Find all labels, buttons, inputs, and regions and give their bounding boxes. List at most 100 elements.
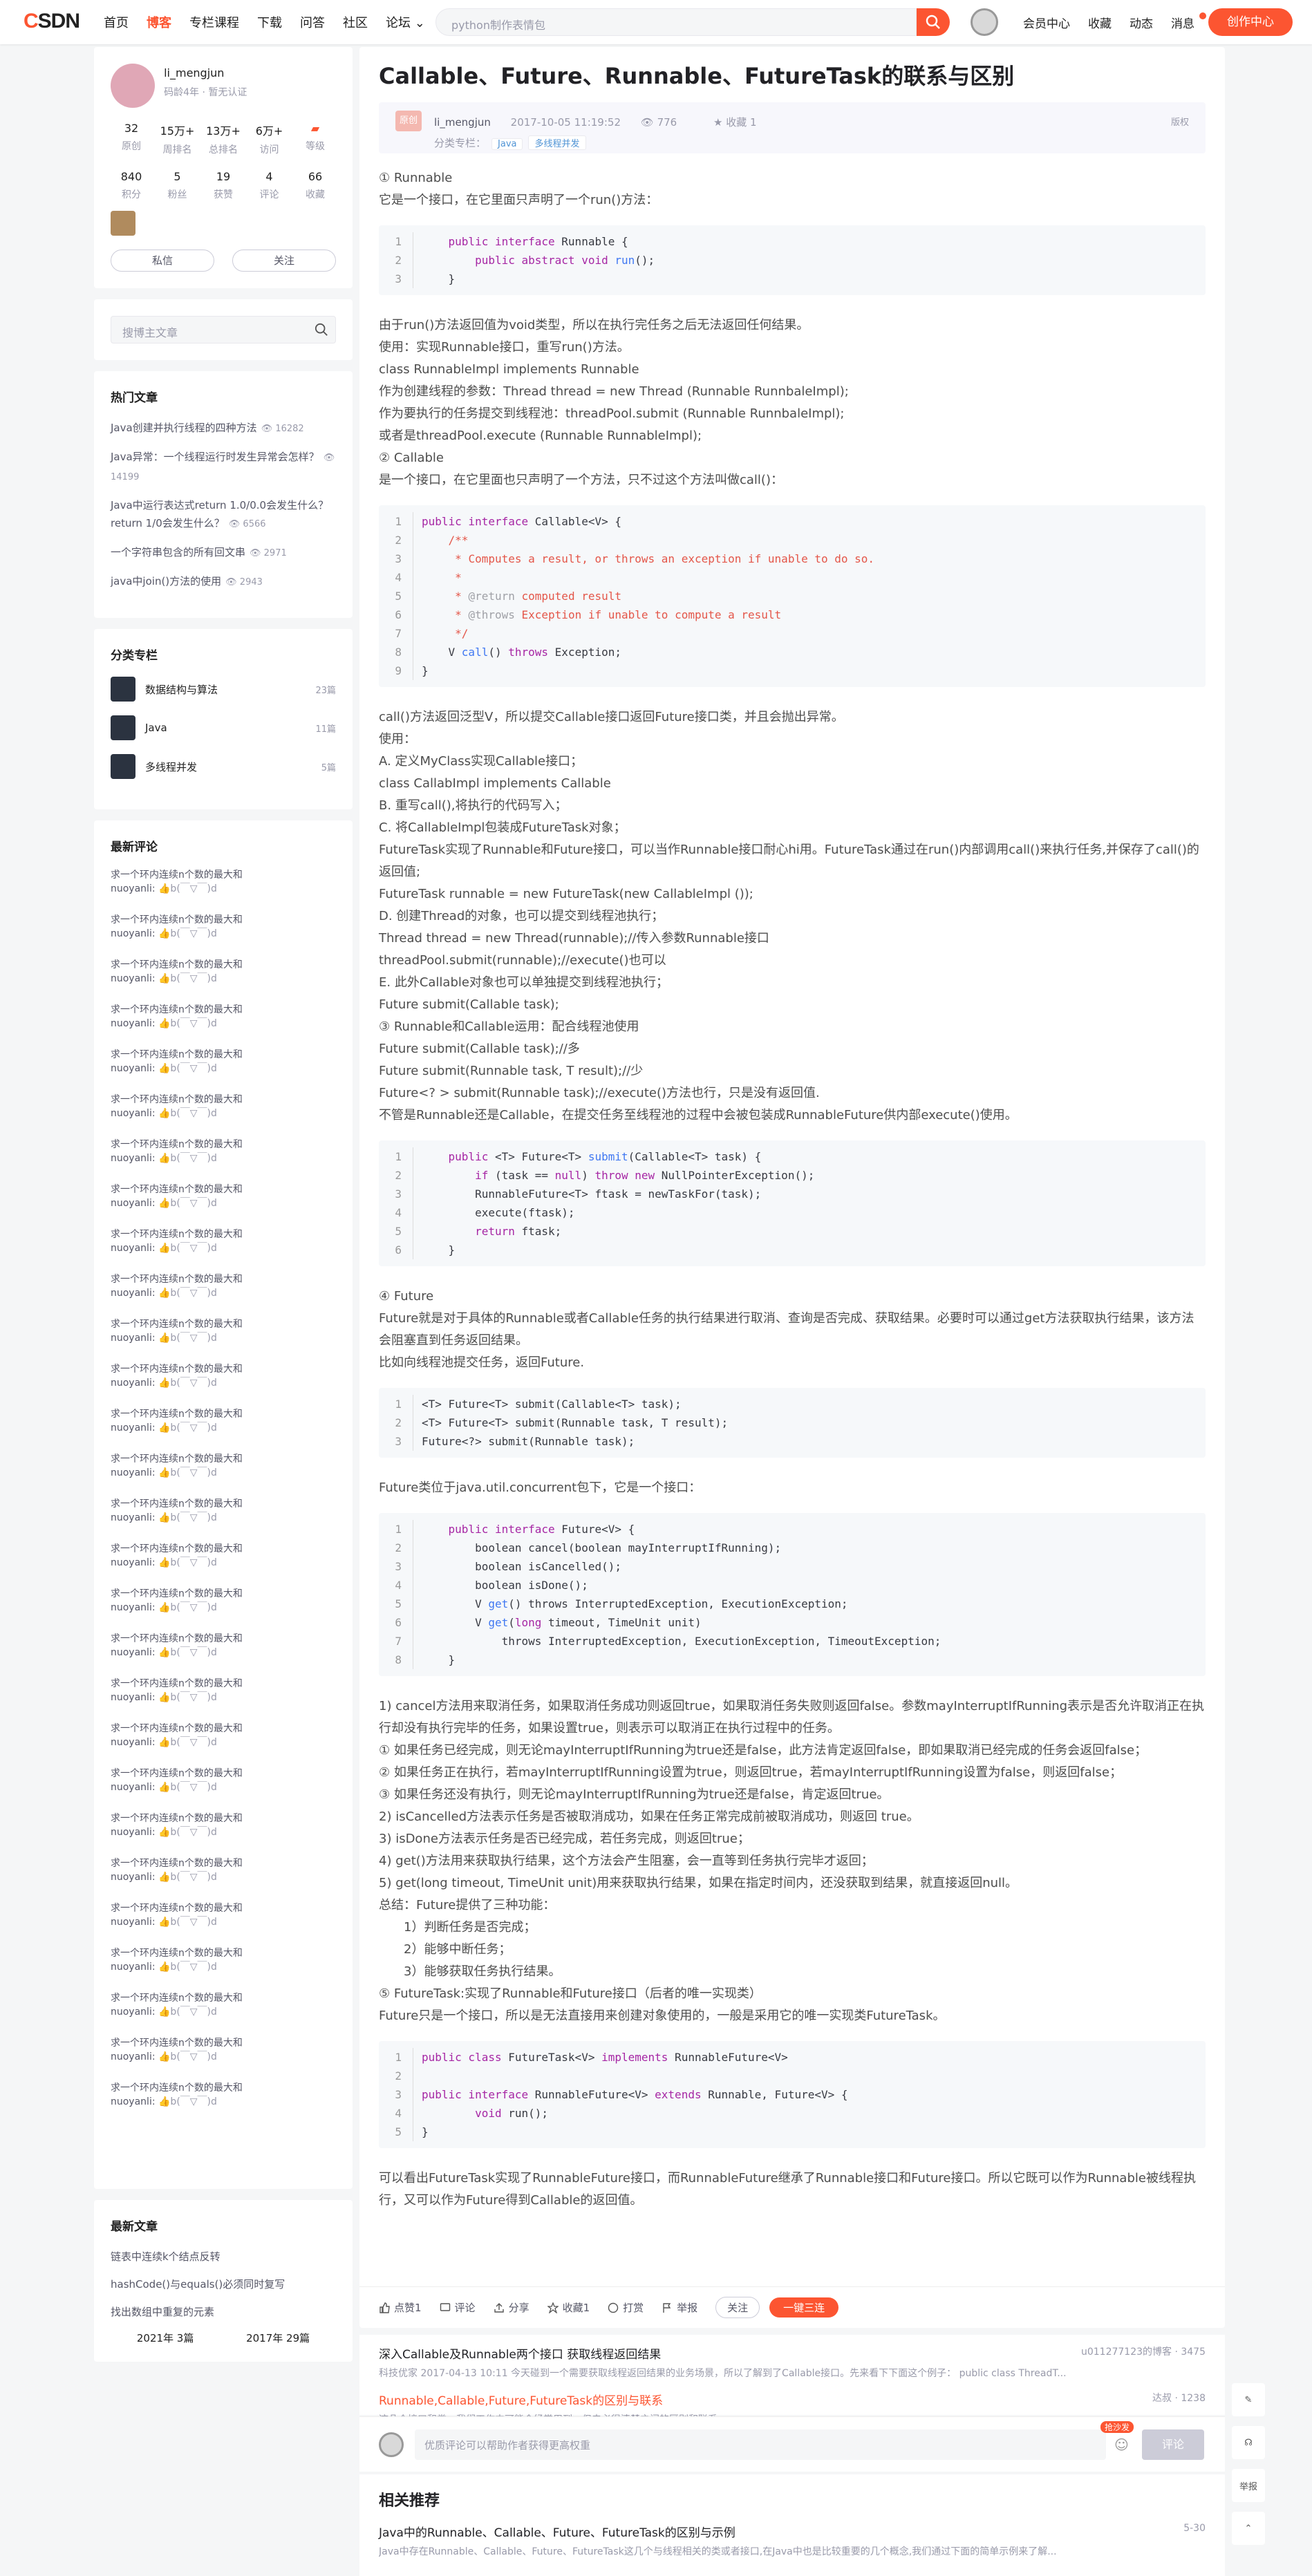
comment-article[interactable]: 求一个环内连续n个数的最大和 bbox=[111, 1767, 336, 1780]
comment-article[interactable]: 求一个环内连续n个数的最大和 bbox=[111, 2081, 336, 2095]
follow-author-button[interactable]: 关注 bbox=[715, 2297, 760, 2318]
comment-user[interactable]: nuoyanli: bbox=[111, 1153, 156, 1164]
hot-article-title[interactable]: Java异常：一个线程运行时发生异常会怎样？ bbox=[111, 451, 319, 463]
column-name[interactable]: 数据结构与算法 bbox=[145, 682, 218, 697]
comment-item[interactable]: 求一个环内连续n个数的最大和 nuoyanli: 👍b(￣▽￣)d bbox=[111, 1183, 336, 1228]
user-avatar[interactable] bbox=[971, 8, 998, 36]
comment-button[interactable]: 评论 bbox=[440, 2300, 476, 2315]
hot-article[interactable]: java中join()方法的使用 👁 2943 bbox=[111, 572, 336, 592]
comment-user[interactable]: nuoyanli: bbox=[111, 1243, 156, 1254]
comment-article[interactable]: 求一个环内连续n个数的最大和 bbox=[111, 1542, 336, 1556]
comment-article[interactable]: 求一个环内连续n个数的最大和 bbox=[111, 1856, 336, 1870]
nav-qa[interactable]: 问答 bbox=[300, 13, 325, 31]
comment-item[interactable]: 求一个环内连续n个数的最大和 nuoyanli: 👍b(￣▽￣)d bbox=[111, 1497, 336, 1542]
rec-title[interactable]: Runnable,Callable,Future,FutureTask的区别与联… bbox=[379, 2391, 1206, 2408]
hot-article-title[interactable]: 一个字符串包含的所有回文串 bbox=[111, 546, 245, 558]
nav-community[interactable]: 社区 bbox=[343, 13, 368, 31]
headset-icon[interactable]: ☊ bbox=[1232, 2426, 1265, 2459]
column-item[interactable]: Java 11篇 bbox=[111, 715, 336, 740]
comment-user[interactable]: nuoyanli: bbox=[111, 2006, 156, 2018]
latest-article[interactable]: hashCode()与equals()必须同时复写 bbox=[111, 2275, 336, 2293]
comment-input[interactable]: 优质评论可以帮助作者获得更高权重 bbox=[415, 2429, 1106, 2460]
comment-item[interactable]: 求一个环内连续n个数的最大和 nuoyanli: 👍b(￣▽￣)d bbox=[111, 1138, 336, 1183]
comment-article[interactable]: 求一个环内连续n个数的最大和 bbox=[111, 1677, 336, 1691]
recommend-item[interactable]: u011277123的博客 · 3475 深入Callable及Runnable… bbox=[359, 2335, 1225, 2389]
comment-user[interactable]: nuoyanli: bbox=[111, 1063, 156, 1074]
nav-blog[interactable]: 博客 bbox=[147, 13, 171, 31]
profile-name[interactable]: li_mengjun bbox=[164, 66, 247, 79]
comment-article[interactable]: 求一个环内连续n个数的最大和 bbox=[111, 1991, 336, 2005]
nav-courses[interactable]: 专栏课程 bbox=[189, 13, 239, 31]
comment-item[interactable]: 求一个环内连续n个数的最大和 nuoyanli: 👍b(￣▽￣)d bbox=[111, 1093, 336, 1138]
comment-item[interactable]: 求一个环内连续n个数的最大和 nuoyanli: 👍b(￣▽￣)d bbox=[111, 1407, 336, 1452]
column-name[interactable]: 多线程并发 bbox=[145, 760, 197, 774]
csdn-logo[interactable]: CSDN bbox=[24, 10, 80, 33]
comment-article[interactable]: 求一个环内连续n个数的最大和 bbox=[111, 1138, 336, 1151]
tip-button[interactable]: 打赏 bbox=[608, 2300, 644, 2315]
author-link[interactable]: li_mengjun bbox=[434, 116, 491, 129]
comment-item[interactable]: 求一个环内连续n个数的最大和 nuoyanli: 👍b(￣▽￣)d bbox=[111, 1856, 336, 1901]
comment-article[interactable]: 求一个环内连续n个数的最大和 bbox=[111, 1497, 336, 1511]
comment-user[interactable]: nuoyanli: bbox=[111, 928, 156, 939]
tag-java[interactable]: Java bbox=[491, 138, 523, 150]
hot-article-title[interactable]: java中join()方法的使用 bbox=[111, 575, 221, 587]
search-icon[interactable] bbox=[315, 323, 328, 337]
comment-user[interactable]: nuoyanli: bbox=[111, 2096, 156, 2107]
hot-article-title[interactable]: Java创建并执行线程的四种方法 bbox=[111, 422, 257, 434]
comment-item[interactable]: 求一个环内连续n个数的最大和 nuoyanli: 👍b(￣▽￣)d bbox=[111, 1362, 336, 1407]
comment-article[interactable]: 求一个环内连续n个数的最大和 bbox=[111, 1183, 336, 1196]
comment-user[interactable]: nuoyanli: bbox=[111, 1467, 156, 1478]
hot-article[interactable]: Java异常：一个线程运行时发生异常会怎样？ 👁 14199 bbox=[111, 448, 336, 487]
favorite-button[interactable]: 收藏1 bbox=[547, 2300, 590, 2315]
comment-item[interactable]: 求一个环内连续n个数的最大和 nuoyanli: 👍b(￣▽￣)d bbox=[111, 913, 336, 958]
link-activity[interactable]: 动态 bbox=[1130, 14, 1153, 31]
comment-user[interactable]: nuoyanli: bbox=[111, 1872, 156, 1883]
comment-item[interactable]: 求一个环内连续n个数的最大和 nuoyanli: 👍b(￣▽￣)d bbox=[111, 2036, 336, 2081]
column-name[interactable]: Java bbox=[145, 722, 167, 734]
message-button[interactable]: 私信 bbox=[111, 250, 214, 272]
comment-article[interactable]: 求一个环内连续n个数的最大和 bbox=[111, 2036, 336, 2050]
like-button[interactable]: 点赞1 bbox=[379, 2300, 422, 2315]
comment-article[interactable]: 求一个环内连续n个数的最大和 bbox=[111, 1946, 336, 1960]
comment-item[interactable]: 求一个环内连续n个数的最大和 nuoyanli: 👍b(￣▽￣)d bbox=[111, 1228, 336, 1272]
archive-2017[interactable]: 2017年 29篇 bbox=[246, 2331, 310, 2345]
comment-user[interactable]: nuoyanli: bbox=[111, 1647, 156, 1658]
comment-user[interactable]: nuoyanli: bbox=[111, 1917, 156, 1928]
hot-article-title[interactable]: Java中运行表达式return 1.0/0.0会发生什么？ return 1/… bbox=[111, 499, 328, 529]
report-button[interactable]: 举报 bbox=[662, 2300, 697, 2315]
create-center-button[interactable]: 创作中心 bbox=[1208, 8, 1293, 36]
hot-article[interactable]: Java创建并执行线程的四种方法 👁 16282 bbox=[111, 419, 336, 438]
comment-item[interactable]: 求一个环内连续n个数的最大和 nuoyanli: 👍b(￣▽￣)d bbox=[111, 2081, 336, 2126]
nav-home[interactable]: 首页 bbox=[104, 13, 129, 31]
comment-item[interactable]: 求一个环内连续n个数的最大和 nuoyanli: 👍b(￣▽￣)d bbox=[111, 1003, 336, 1048]
comment-user[interactable]: nuoyanli: bbox=[111, 1512, 156, 1523]
comment-article[interactable]: 求一个环内连续n个数的最大和 bbox=[111, 1587, 336, 1601]
comment-user[interactable]: nuoyanli: bbox=[111, 973, 156, 984]
comment-article[interactable]: 求一个环内连续n个数的最大和 bbox=[111, 1048, 336, 1062]
comment-item[interactable]: 求一个环内连续n个数的最大和 nuoyanli: 👍b(￣▽￣)d bbox=[111, 1677, 336, 1722]
link-vip[interactable]: 会员中心 bbox=[1023, 14, 1070, 31]
tag-concurrency[interactable]: 多线程并发 bbox=[528, 135, 586, 150]
comment-article[interactable]: 求一个环内连续n个数的最大和 bbox=[111, 868, 336, 882]
comment-article[interactable]: 求一个环内连续n个数的最大和 bbox=[111, 1003, 336, 1017]
comment-item[interactable]: 求一个环内连续n个数的最大和 nuoyanli: 👍b(￣▽￣)d bbox=[111, 1812, 336, 1856]
back-to-top-icon[interactable]: ⌃ bbox=[1232, 2512, 1265, 2545]
favorite-link[interactable]: ★ 收藏 1 bbox=[713, 116, 774, 129]
comment-article[interactable]: 求一个环内连续n个数的最大和 bbox=[111, 958, 336, 972]
comment-item[interactable]: 求一个环内连续n个数的最大和 nuoyanli: 👍b(￣▽￣)d bbox=[111, 1767, 336, 1812]
comment-user[interactable]: nuoyanli: bbox=[111, 1198, 156, 1209]
comment-user[interactable]: nuoyanli: bbox=[111, 1827, 156, 1838]
comment-article[interactable]: 求一个环内连续n个数的最大和 bbox=[111, 1407, 336, 1421]
nav-forum[interactable]: 论坛 ⌄ bbox=[386, 13, 425, 31]
triple-action-button[interactable]: 一键三连 bbox=[769, 2297, 839, 2318]
comment-item[interactable]: 求一个环内连续n个数的最大和 nuoyanli: 👍b(￣▽￣)d bbox=[111, 958, 336, 1003]
comment-user[interactable]: nuoyanli: bbox=[111, 1782, 156, 1793]
comment-user[interactable]: nuoyanli: bbox=[111, 2051, 156, 2062]
comment-article[interactable]: 求一个环内连续n个数的最大和 bbox=[111, 1722, 336, 1736]
comment-article[interactable]: 求一个环内连续n个数的最大和 bbox=[111, 1228, 336, 1241]
comment-user[interactable]: nuoyanli: bbox=[111, 1962, 156, 1973]
comment-user[interactable]: nuoyanli: bbox=[111, 1378, 156, 1389]
comment-item[interactable]: 求一个环内连续n个数的最大和 nuoyanli: 👍b(￣▽￣)d bbox=[111, 1722, 336, 1767]
comment-user[interactable]: nuoyanli: bbox=[111, 1288, 156, 1299]
comment-item[interactable]: 求一个环内连续n个数的最大和 nuoyanli: 👍b(￣▽￣)d bbox=[111, 1901, 336, 1946]
